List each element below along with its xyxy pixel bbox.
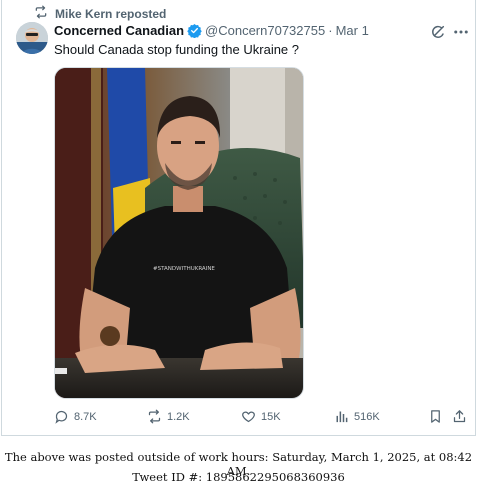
repost-count: 1.2K — [167, 410, 190, 423]
footer-tweet-id: Tweet ID #: 1895862295068360936 — [132, 470, 345, 484]
action-bar: 8.7K 1.2K 15K 516K — [54, 409, 469, 427]
share-button[interactable] — [452, 409, 467, 424]
bookmark-icon — [431, 410, 440, 423]
author-handle[interactable]: @Concern70732755 — [205, 23, 325, 38]
repost-icon — [34, 5, 48, 24]
reply-count: 8.7K — [74, 410, 97, 423]
tweet-date[interactable]: Mar 1 — [336, 23, 369, 38]
tweet-card[interactable]: Mike Kern reposted Concerned Canadian @C… — [1, 0, 476, 436]
avatar[interactable] — [16, 22, 48, 54]
repost-label[interactable]: Mike Kern reposted — [55, 7, 166, 21]
shirt-slogan: #STANDWITHUKRAINE — [153, 266, 215, 272]
views-count: 516K — [354, 410, 380, 423]
share-icon — [453, 410, 466, 423]
repost-icon — [148, 409, 161, 424]
like-count: 15K — [261, 410, 281, 423]
bookmark-button[interactable] — [428, 409, 443, 424]
reply-icon — [55, 410, 68, 424]
views-chart-icon — [336, 411, 348, 423]
author-name[interactable]: Concerned Canadian — [54, 23, 184, 38]
repost-button[interactable]: 1.2K — [147, 409, 190, 424]
separator-dot: · — [328, 23, 333, 38]
reply-button[interactable]: 8.7K — [54, 409, 97, 424]
like-button[interactable]: 15K — [241, 409, 281, 424]
views-button[interactable]: 516K — [334, 409, 380, 424]
tweet-header: Concerned Canadian @Concern70732755 · Ma… — [54, 23, 369, 38]
verified-badge-icon — [187, 23, 202, 38]
tweet-image[interactable]: #STANDWITHUKRAINE — [54, 67, 304, 399]
more-options-icon[interactable] — [452, 24, 470, 40]
heart-icon — [242, 411, 255, 423]
tweet-text: Should Canada stop funding the Ukraine ? — [54, 42, 300, 57]
repost-indicator: Mike Kern reposted — [34, 5, 166, 24]
grok-icon[interactable] — [430, 24, 446, 40]
